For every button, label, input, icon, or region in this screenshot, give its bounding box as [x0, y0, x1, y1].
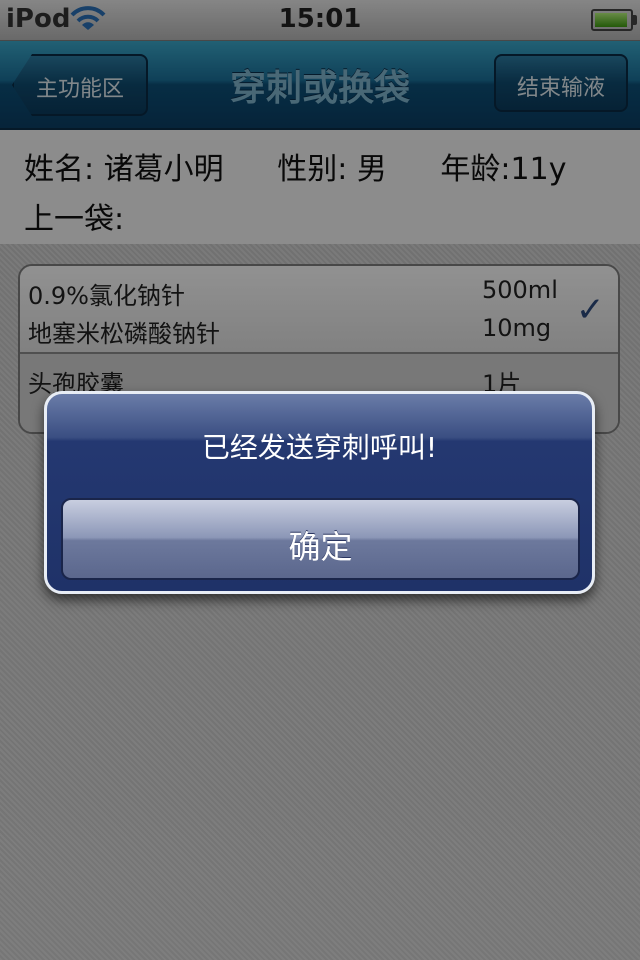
- alert-dialog: 已经发送穿刺呼叫! 确定: [44, 391, 595, 594]
- confirm-button-label: 确定: [288, 528, 353, 566]
- confirm-button[interactable]: 确定: [61, 498, 580, 580]
- alert-message: 已经发送穿刺呼叫!: [201, 431, 438, 464]
